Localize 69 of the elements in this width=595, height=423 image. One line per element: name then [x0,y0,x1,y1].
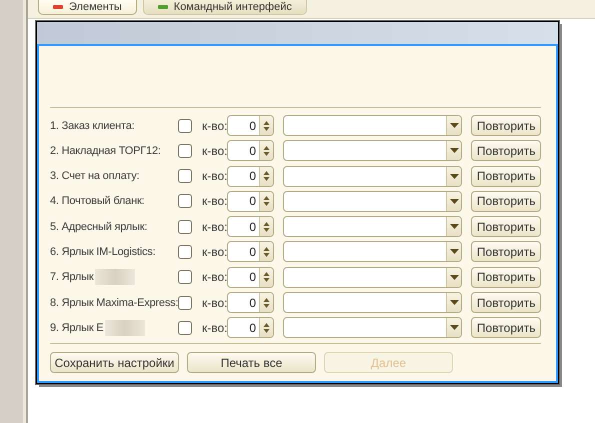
checkbox[interactable] [178,320,192,335]
dropdown-field[interactable] [283,190,462,212]
dropdown-field[interactable] [283,166,462,187]
row-label: 2. Накладная ТОРГ12: [50,144,161,157]
spin-arrows-icon[interactable] [259,141,274,160]
footer-button[interactable]: Сохранить настройки [50,352,179,374]
dropdown-field[interactable] [283,241,462,262]
dropdown-field[interactable] [283,266,462,288]
spin-arrows-icon[interactable] [259,116,274,135]
checkbox[interactable] [178,118,192,132]
quantity-spinner[interactable]: 0 [227,266,274,288]
quantity-spinner[interactable]: 0 [227,140,274,162]
row-label: 6. Ярлык IM-Logistics: [50,246,156,258]
repeat-button[interactable]: Повторить [471,241,541,262]
repeat-button[interactable]: Повторить [471,115,541,136]
quantity-spinner[interactable]: 0 [227,317,274,338]
redacted-block [95,269,136,286]
dropdown-field[interactable] [283,216,462,238]
tab[interactable]: Элементы [38,0,137,15]
quantity-label: к-во: [202,296,227,310]
row-label: 9. Ярлык Е [50,322,104,334]
spin-arrows-icon[interactable] [259,192,274,211]
dropdown-field[interactable] [283,115,462,136]
repeat-button[interactable]: Повторить [471,292,541,314]
spin-arrows-icon[interactable] [259,242,274,262]
footer-button[interactable]: Печать все [187,352,316,374]
repeat-button[interactable]: Повторить [471,166,541,187]
checkbox[interactable] [178,194,192,208]
quantity-label: к-во: [202,194,227,208]
quantity-label: к-во: [202,169,227,184]
checkbox[interactable] [178,296,192,310]
quantity-label: к-во: [202,270,227,284]
quantity-label: к-во: [202,118,227,132]
quantity-spinner[interactable]: 0 [227,190,274,212]
repeat-button[interactable]: Повторить [471,140,541,162]
repeat-button[interactable]: Повторить [471,190,541,212]
row-label: 5. Адресный ярлык: [50,220,148,233]
redacted-block [105,320,146,336]
checkbox[interactable] [178,144,192,158]
row-label: 4. Почтовый бланк: [50,195,144,208]
checkbox[interactable] [178,270,192,284]
quantity-spinner[interactable]: 0 [227,292,274,314]
row-label: 1. Заказ клиента: [50,120,135,132]
dropdown-field[interactable] [283,317,462,338]
repeat-button[interactable]: Повторить [471,216,541,238]
spin-arrows-icon[interactable] [259,217,274,236]
tab[interactable]: Командный интерфейс [142,0,307,15]
quantity-spinner[interactable]: 0 [227,241,274,262]
repeat-button[interactable]: Повторить [471,317,541,338]
dropdown-field[interactable] [283,140,462,162]
quantity-label: к-во: [202,144,227,158]
spin-arrows-icon[interactable] [259,268,274,287]
row-label: 3. Счет на оплату: [50,170,140,182]
row-label: 7. Ярлык [50,271,94,284]
spin-arrows-icon[interactable] [259,166,274,186]
spin-arrows-icon[interactable] [259,293,274,312]
quantity-label: к-во: [202,320,227,335]
quantity-label: к-во: [202,244,227,259]
checkbox[interactable] [178,244,192,259]
quantity-spinner[interactable]: 0 [227,216,274,238]
spin-arrows-icon[interactable] [259,318,274,338]
quantity-spinner[interactable]: 0 [227,115,274,136]
dropdown-field[interactable] [283,292,462,314]
quantity-label: к-во: [202,220,227,234]
quantity-spinner[interactable]: 0 [227,166,274,187]
repeat-button[interactable]: Повторить [471,266,541,288]
checkbox[interactable] [178,220,192,234]
checkbox[interactable] [178,169,192,184]
row-label: 8. Ярлык Maxima-Express: [50,296,178,309]
